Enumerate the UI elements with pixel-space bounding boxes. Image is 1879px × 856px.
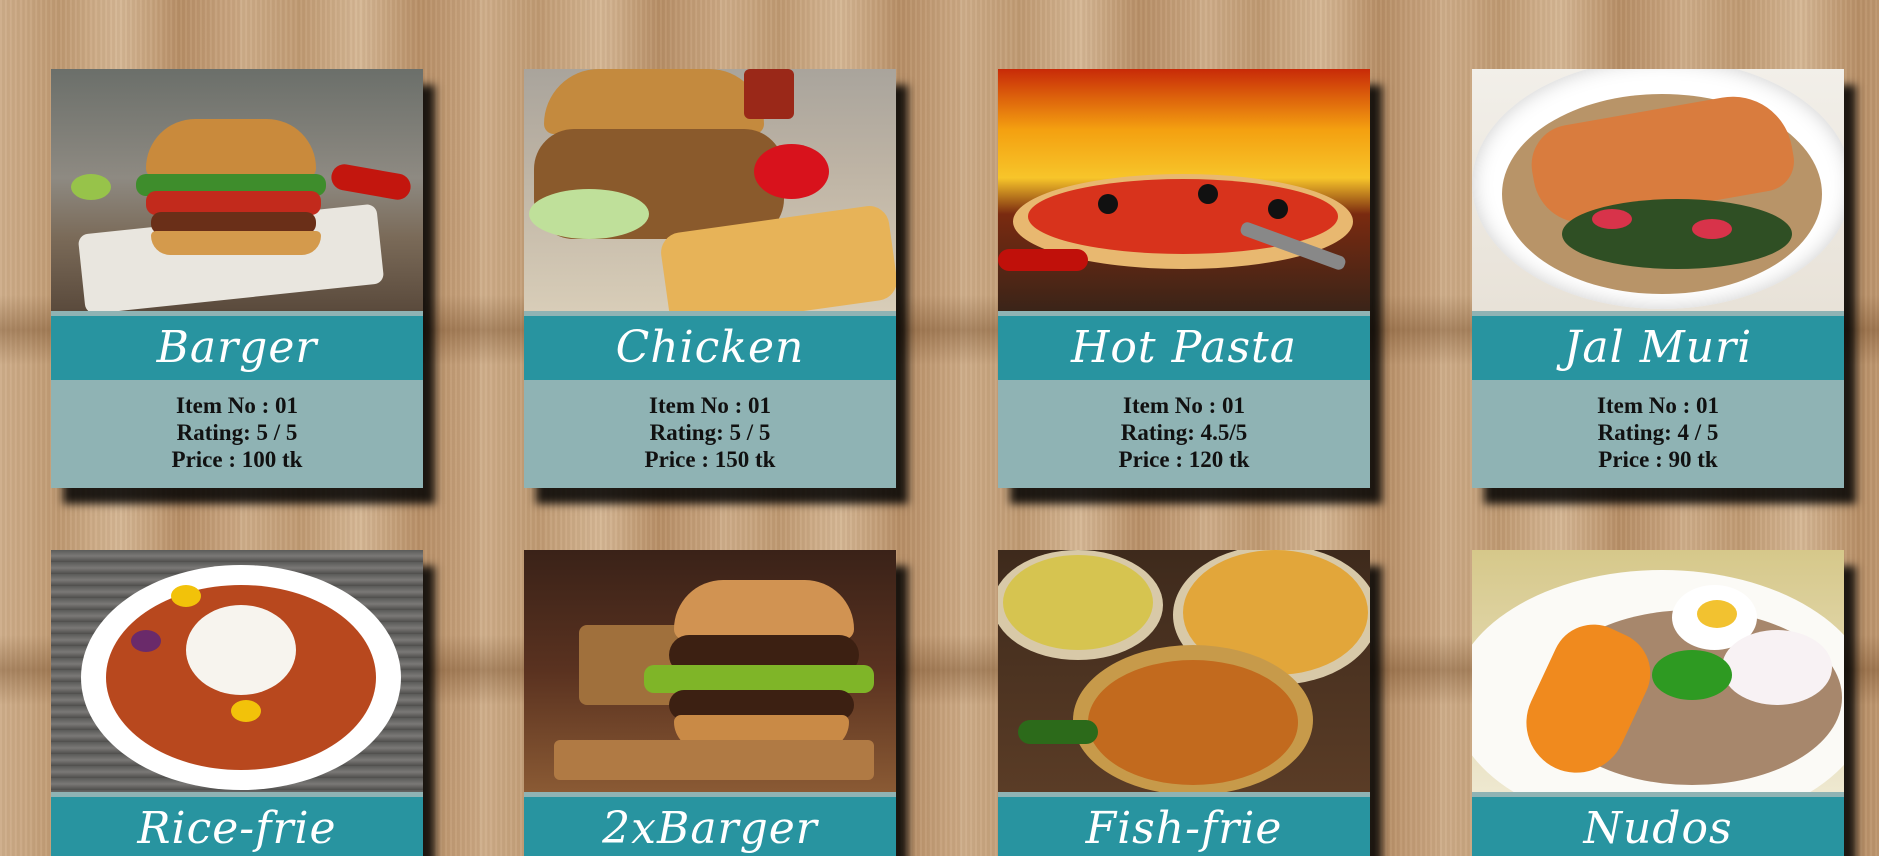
card-info: Item No : 01 Rating: 5 / 5 Price : 150 t… (524, 380, 896, 488)
price: Price : 100 tk (171, 447, 303, 472)
item-number: Item No : 01 (1123, 393, 1245, 418)
card-title: Chicken (524, 316, 896, 380)
item-number: Item No : 01 (1597, 393, 1719, 418)
rice-chicken-plate-photo (51, 550, 423, 792)
pizza-fire-photo (998, 69, 1370, 311)
card-title: 2xBarger (524, 797, 896, 856)
card-info: Item No : 01 Rating: 4 / 5 Price : 90 tk (1472, 380, 1844, 488)
rating: Rating: 5 / 5 (649, 420, 771, 445)
item-number: Item No : 01 (176, 393, 298, 418)
menu-card-jal-muri[interactable]: Jal Muri Item No : 01 Rating: 4 / 5 Pric… (1472, 69, 1844, 488)
menu-card-hot-pasta[interactable]: Hot Pasta Item No : 01 Rating: 4.5/5 Pri… (998, 69, 1370, 488)
noodle-bowl-photo (1472, 550, 1844, 792)
item-number: Item No : 01 (649, 393, 771, 418)
curry-bowls-photo (998, 550, 1370, 792)
menu-card-rice-frie[interactable]: Rice-frie (51, 550, 423, 856)
rating: Rating: 5 / 5 (176, 420, 298, 445)
card-title: Jal Muri (1472, 316, 1844, 380)
price: Price : 120 tk (1118, 447, 1250, 472)
double-burger-photo (524, 550, 896, 792)
card-info: Item No : 01 Rating: 4.5/5 Price : 120 t… (998, 380, 1370, 488)
card-info: Item No : 01 Rating: 5 / 5 Price : 100 t… (51, 380, 423, 488)
card-title: Fish-frie (998, 797, 1370, 856)
menu-card-2xbarger[interactable]: 2xBarger (524, 550, 896, 856)
menu-card-fish-frie[interactable]: Fish-frie (998, 550, 1370, 856)
menu-card-chicken[interactable]: Chicken Item No : 01 Rating: 5 / 5 Price… (524, 69, 896, 488)
burger-photo (51, 69, 423, 311)
card-title: Barger (51, 316, 423, 380)
rating: Rating: 4 / 5 (1597, 420, 1719, 445)
price: Price : 150 tk (644, 447, 776, 472)
rating: Rating: 4.5/5 (1120, 420, 1248, 445)
menu-card-nudos[interactable]: Nudos (1472, 550, 1844, 856)
chicken-burger-fries-photo (524, 69, 896, 311)
salmon-bowl-photo (1472, 69, 1844, 311)
card-title: Hot Pasta (998, 316, 1370, 380)
price: Price : 90 tk (1598, 447, 1718, 472)
card-title: Rice-frie (51, 797, 423, 856)
menu-card-barger[interactable]: Barger Item No : 01 Rating: 5 / 5 Price … (51, 69, 423, 488)
card-title: Nudos (1472, 797, 1844, 856)
